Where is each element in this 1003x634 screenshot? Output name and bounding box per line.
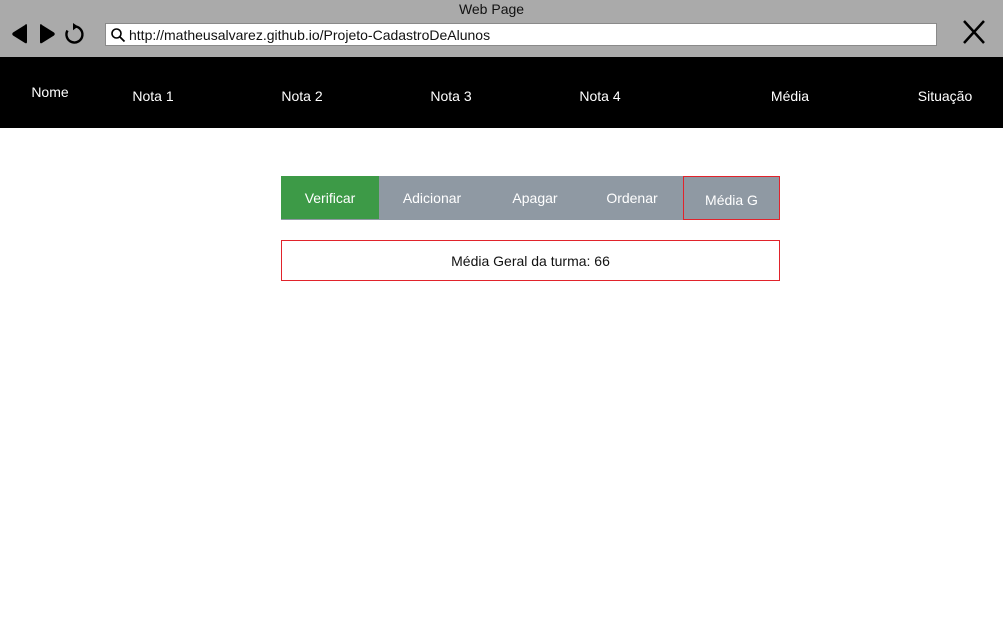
media-geral-text: Média Geral da turma: 66 (451, 252, 610, 269)
window-title: Web Page (458, 1, 525, 17)
forward-button[interactable] (35, 22, 59, 46)
browser-chrome: Web Page (0, 0, 1003, 57)
back-button[interactable] (8, 22, 32, 46)
header-nota-4: Nota 4 (579, 88, 621, 104)
magnifier-icon (111, 27, 126, 42)
verificar-button[interactable]: Verificar (281, 176, 379, 219)
triangle-left-icon (12, 24, 27, 44)
reload-icon (65, 23, 84, 44)
url-input[interactable] (126, 24, 936, 45)
apagar-button[interactable]: Apagar (491, 176, 579, 219)
triangle-right-icon (40, 24, 55, 44)
media-geral-result: Média Geral da turma: 66 (281, 240, 780, 281)
reload-button[interactable] (62, 22, 86, 46)
x-icon (963, 20, 985, 44)
header-situacao: Situação (917, 88, 973, 104)
media-geral-button[interactable]: Média G (683, 176, 780, 220)
header-nota-3: Nota 3 (430, 88, 472, 104)
close-button[interactable] (961, 18, 987, 46)
header-media: Média (770, 88, 810, 104)
action-button-group: Verificar Adicionar Apagar Ordenar Média… (281, 176, 780, 220)
header-nota-1: Nota 1 (132, 88, 174, 104)
ordenar-button[interactable]: Ordenar (586, 176, 678, 219)
header-nota-2: Nota 2 (281, 88, 323, 104)
adicionar-button[interactable]: Adicionar (384, 176, 480, 219)
table-header: Nome Nota 1 Nota 2 Nota 3 Nota 4 Média S… (0, 57, 1003, 128)
header-nome: Nome (31, 84, 69, 100)
address-bar[interactable] (105, 23, 937, 46)
